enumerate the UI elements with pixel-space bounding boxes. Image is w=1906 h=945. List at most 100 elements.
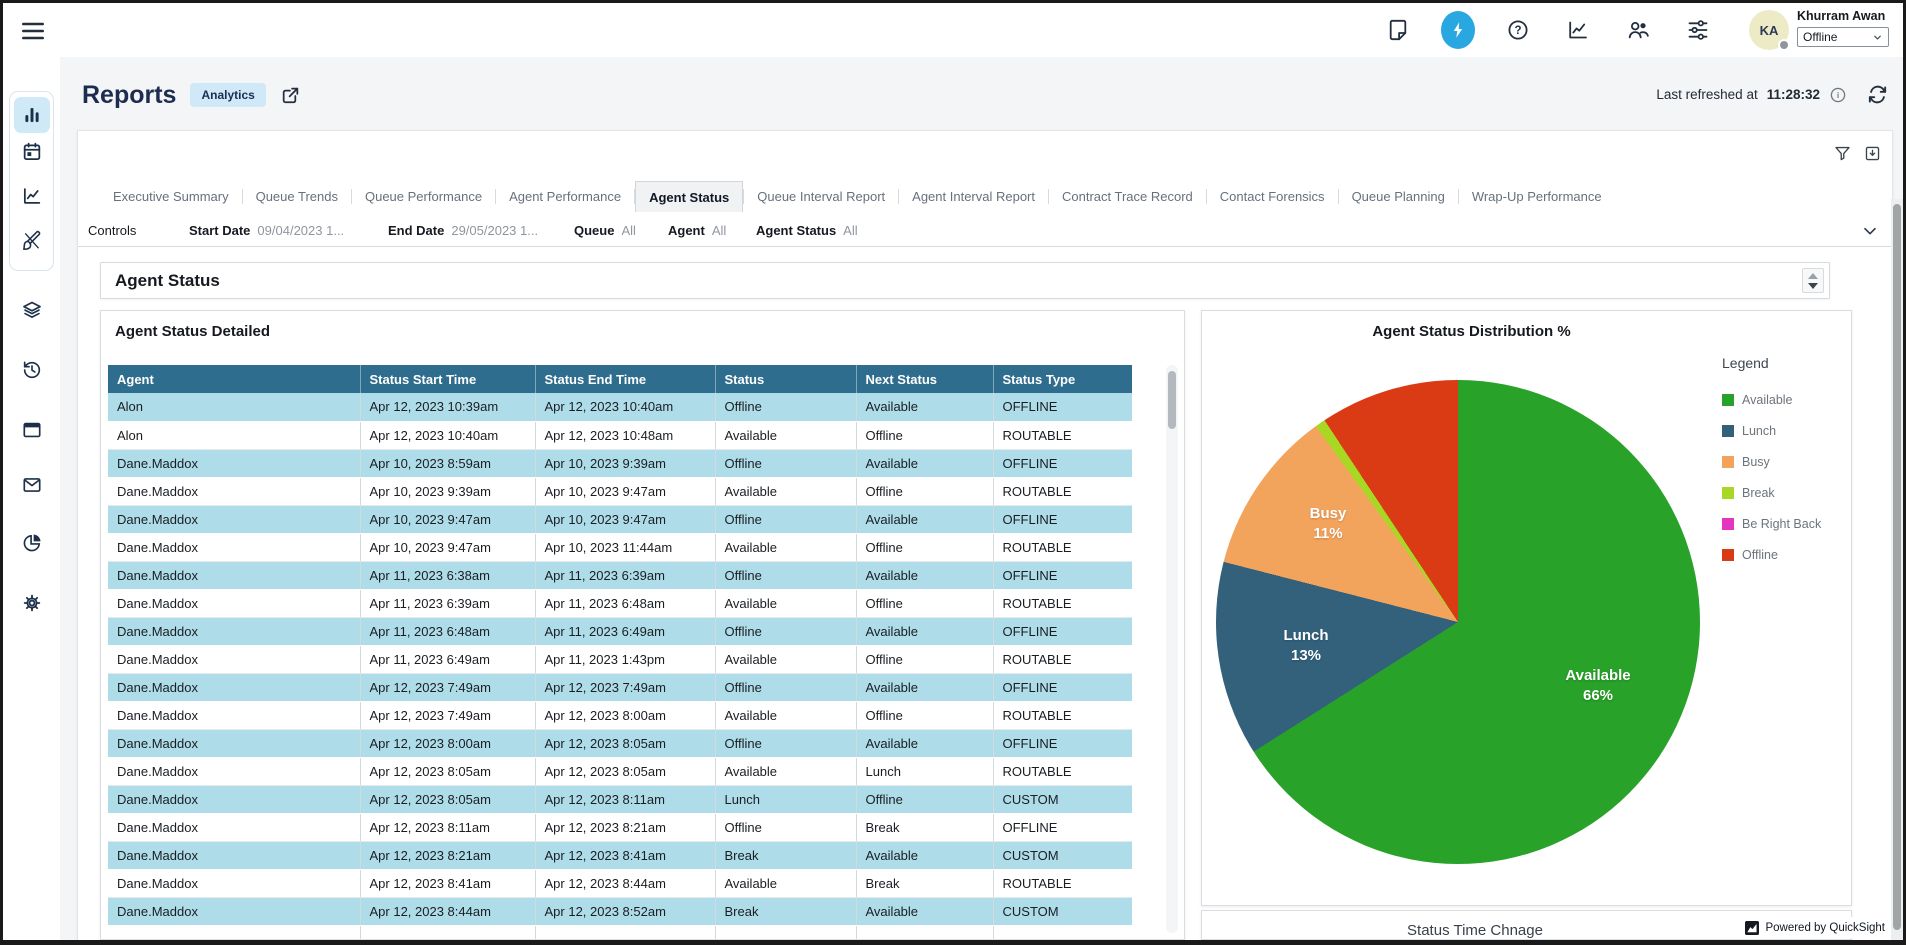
table-cell[interactable]: Apr 12, 2023 8:05am — [360, 785, 535, 813]
legend-item-offline[interactable]: Offline — [1722, 548, 1821, 562]
table-cell[interactable]: Apr 12, 2023 8:05am — [535, 729, 715, 757]
table-cell[interactable]: Apr 12, 2023 7:49am — [360, 701, 535, 729]
table-cell[interactable] — [715, 925, 856, 940]
table-cell[interactable]: ROUTABLE — [993, 421, 1132, 449]
column-header-status-type[interactable]: Status Type — [993, 365, 1132, 393]
table-cell[interactable]: Dane.Maddox — [108, 645, 360, 673]
sidebar-item-history[interactable] — [14, 352, 50, 388]
table-cell[interactable]: Available — [715, 589, 856, 617]
table-cell[interactable]: Available — [715, 757, 856, 785]
table-cell[interactable]: Dane.Maddox — [108, 477, 360, 505]
table-cell[interactable]: Available — [715, 477, 856, 505]
tab-wrap-up-performance[interactable]: Wrap-Up Performance — [1459, 181, 1615, 212]
control-queue[interactable]: QueueAll — [574, 216, 636, 245]
sidebar-item-reports[interactable] — [14, 97, 50, 133]
legend-item-lunch[interactable]: Lunch — [1722, 424, 1821, 438]
table-cell[interactable]: Apr 12, 2023 10:40am — [360, 421, 535, 449]
table-cell[interactable]: Available — [715, 869, 856, 897]
tab-agent-interval-report[interactable]: Agent Interval Report — [899, 181, 1048, 212]
table-cell[interactable]: Offline — [856, 589, 993, 617]
sidebar-item-design[interactable] — [14, 223, 50, 259]
table-cell[interactable]: Apr 11, 2023 6:39am — [360, 589, 535, 617]
control-start-date[interactable]: Start Date09/04/2023 1... — [189, 216, 344, 245]
table-cell[interactable]: Available — [715, 421, 856, 449]
table-cell[interactable]: Offline — [856, 421, 993, 449]
external-link-icon[interactable] — [280, 85, 301, 106]
table-cell[interactable]: Apr 10, 2023 11:44am — [535, 533, 715, 561]
table-cell[interactable] — [993, 925, 1132, 940]
table-cell[interactable]: Apr 12, 2023 8:05am — [535, 757, 715, 785]
table-cell[interactable]: Offline — [856, 701, 993, 729]
table-cell[interactable]: Apr 12, 2023 10:39am — [360, 393, 535, 421]
control-agent[interactable]: AgentAll — [668, 216, 726, 245]
table-cell[interactable]: ROUTABLE — [993, 869, 1132, 897]
tab-queue-trends[interactable]: Queue Trends — [243, 181, 351, 212]
table-cell[interactable]: Apr 10, 2023 9:47am — [360, 505, 535, 533]
table-cell[interactable]: OFFLINE — [993, 449, 1132, 477]
table-cell[interactable]: Available — [715, 701, 856, 729]
table-cell[interactable]: Available — [856, 449, 993, 477]
users-icon[interactable] — [1621, 13, 1655, 47]
table-scrollbar-thumb[interactable] — [1168, 371, 1176, 429]
table-cell[interactable]: Dane.Maddox — [108, 729, 360, 757]
table-cell[interactable]: ROUTABLE — [993, 701, 1132, 729]
column-header-next-status[interactable]: Next Status — [856, 365, 993, 393]
table-cell[interactable]: Dane.Maddox — [108, 897, 360, 925]
table-cell[interactable]: Break — [856, 869, 993, 897]
table-cell[interactable]: Dane.Maddox — [108, 701, 360, 729]
status-select[interactable]: Offline — [1797, 27, 1889, 47]
table-cell[interactable]: Offline — [715, 393, 856, 421]
table-cell[interactable]: Dane.Maddox — [108, 841, 360, 869]
table-cell[interactable]: OFFLINE — [993, 505, 1132, 533]
table-cell[interactable]: OFFLINE — [993, 393, 1132, 421]
flash-icon[interactable] — [1441, 13, 1475, 47]
page-scrollbar[interactable] — [1891, 199, 1903, 940]
tab-queue-performance[interactable]: Queue Performance — [352, 181, 495, 212]
table-cell[interactable]: Offline — [856, 477, 993, 505]
table-cell[interactable]: Offline — [856, 645, 993, 673]
table-cell[interactable]: Dane.Maddox — [108, 869, 360, 897]
table-cell[interactable]: Dane.Maddox — [108, 757, 360, 785]
table-cell[interactable]: Apr 12, 2023 7:49am — [360, 673, 535, 701]
tab-executive-summary[interactable]: Executive Summary — [100, 181, 242, 212]
table-cell[interactable]: OFFLINE — [993, 813, 1132, 841]
table-cell[interactable]: Apr 12, 2023 10:40am — [535, 393, 715, 421]
table-cell[interactable]: ROUTABLE — [993, 533, 1132, 561]
tab-contact-forensics[interactable]: Contact Forensics — [1207, 181, 1338, 212]
table-cell[interactable]: ROUTABLE — [993, 589, 1132, 617]
table-cell[interactable]: Apr 12, 2023 8:52am — [535, 897, 715, 925]
table-cell[interactable]: Available — [856, 393, 993, 421]
table-cell[interactable]: Apr 10, 2023 9:39am — [360, 477, 535, 505]
sidebar-item-mail[interactable] — [14, 467, 50, 503]
table-cell[interactable]: Apr 10, 2023 9:47am — [535, 477, 715, 505]
legend-item-busy[interactable]: Busy — [1722, 455, 1821, 469]
tab-agent-status[interactable]: Agent Status — [635, 181, 743, 212]
table-cell[interactable]: Apr 10, 2023 9:47am — [360, 533, 535, 561]
table-cell[interactable]: OFFLINE — [993, 617, 1132, 645]
table-cell[interactable]: Break — [856, 813, 993, 841]
tab-queue-planning[interactable]: Queue Planning — [1339, 181, 1458, 212]
sidebar-item-window[interactable] — [14, 412, 50, 448]
table-cell[interactable]: Apr 12, 2023 10:48am — [535, 421, 715, 449]
table-cell[interactable]: Alon — [108, 393, 360, 421]
table-cell[interactable]: Apr 12, 2023 8:05am — [360, 757, 535, 785]
table-cell[interactable]: Apr 11, 2023 1:43pm — [535, 645, 715, 673]
table-cell[interactable]: Dane.Maddox — [108, 533, 360, 561]
column-header-status-start-time[interactable]: Status Start Time — [360, 365, 535, 393]
sliders-icon[interactable] — [1681, 13, 1715, 47]
table-cell[interactable]: Alon — [108, 421, 360, 449]
table-cell[interactable]: Apr 12, 2023 8:00am — [535, 701, 715, 729]
table-cell[interactable]: Available — [715, 645, 856, 673]
table-cell[interactable]: Apr 12, 2023 8:44am — [535, 869, 715, 897]
table-cell[interactable] — [856, 925, 993, 940]
table-cell[interactable]: Available — [856, 841, 993, 869]
table-cell[interactable]: Apr 12, 2023 8:00am — [360, 729, 535, 757]
table-cell[interactable]: Dane.Maddox — [108, 505, 360, 533]
tab-contract-trace-record[interactable]: Contract Trace Record — [1049, 181, 1206, 212]
table-cell[interactable]: Apr 12, 2023 8:11am — [360, 813, 535, 841]
table-cell[interactable]: Apr 11, 2023 6:49am — [535, 617, 715, 645]
table-cell[interactable]: Available — [856, 897, 993, 925]
sidebar-item-metrics[interactable] — [14, 178, 50, 214]
table-cell[interactable]: Dane.Maddox — [108, 589, 360, 617]
column-header-status[interactable]: Status — [715, 365, 856, 393]
